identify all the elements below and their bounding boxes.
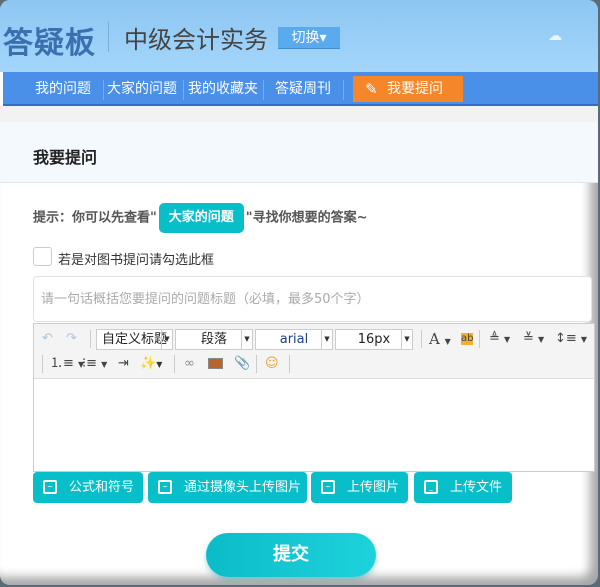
chevron-down-icon: ▼ — [401, 330, 412, 349]
section-title: 我要提问 — [33, 148, 98, 167]
chevron-down-icon: ▼ — [161, 330, 172, 349]
toolbar-divider — [479, 330, 480, 348]
nav-all-questions[interactable]: 大家的问题 — [107, 72, 177, 106]
paragraph-value: 段落 — [200, 332, 227, 347]
header: 答疑板 中级会计实务 切换▾ ☁ — [0, 0, 598, 72]
nav-weekly[interactable]: 答疑周刊 — [275, 72, 331, 106]
formula-button[interactable]: ~ 公式和符号 — [33, 472, 143, 503]
emoji-icon[interactable]: ☺ — [265, 354, 279, 374]
magic-wand-icon[interactable]: ✨▼ — [140, 354, 162, 375]
nav-my-questions[interactable]: 我的问题 — [35, 72, 91, 106]
chevron-down-icon: ▼ — [241, 330, 252, 349]
toolbar-divider — [256, 355, 257, 373]
submit-button[interactable]: 提交 — [206, 533, 376, 577]
font-value: arial — [279, 332, 309, 347]
font-select[interactable]: arial ▼ — [255, 329, 333, 350]
tip-text: 提示：你可以先查看" 大家的问题 "寻找你想要的答案~ — [33, 203, 367, 233]
toolbar-divider — [174, 355, 175, 373]
heading-value: 自定义标题 — [101, 332, 167, 347]
toolbar-divider — [42, 355, 43, 373]
redo-icon[interactable]: ↷ — [66, 329, 77, 349]
ordered-list-icon[interactable]: ⒈≡ ▼ — [50, 354, 84, 375]
camera-upload-label: 通过摄像头上传图片 — [184, 480, 302, 495]
nav-divider — [263, 80, 264, 100]
logo[interactable]: 答疑板 — [3, 18, 96, 62]
image-icon: ~ — [158, 480, 172, 494]
upload-file-label: 上传文件 — [450, 480, 503, 495]
upload-image-label: 上传图片 — [347, 480, 400, 495]
question-title-input[interactable] — [33, 276, 592, 322]
page-frame: 答疑板 中级会计实务 切换▾ ☁ 我的问题 大家的问题 我的收藏夹 答疑周刊 ✎… — [0, 0, 598, 585]
toolbar-divider — [289, 355, 290, 373]
tip-prefix: 提示：你可以先查看" — [33, 210, 157, 226]
heading-select[interactable]: 自定义标题 ▼ — [96, 329, 173, 350]
undo-icon[interactable]: ↶ — [42, 329, 53, 349]
link-icon[interactable]: ∞ — [184, 354, 195, 374]
toolbar-divider — [90, 330, 91, 348]
highlight-icon[interactable]: ab — [461, 333, 474, 345]
all-questions-link[interactable]: 大家的问题 — [158, 203, 244, 233]
toolbar-divider — [421, 330, 422, 348]
nav-divider — [343, 80, 344, 100]
folder-icon: _ — [424, 480, 438, 494]
indent-icon[interactable]: ⇥ — [118, 354, 129, 374]
camera-upload-button[interactable]: ~ 通过摄像头上传图片 — [148, 472, 307, 503]
nav-divider — [103, 80, 104, 100]
upload-file-button[interactable]: _ 上传文件 — [414, 472, 512, 503]
rich-text-editor: ↶ ↷ 自定义标题 ▼ 段落 ▼ arial ▼ 16px ▼ A ▼ ab ≜ ▼ ≚… — [33, 323, 595, 472]
switch-subject-button[interactable]: 切换▾ — [278, 27, 340, 49]
subject-title: 中级会计实务 — [124, 26, 268, 54]
tip-suffix: "寻找你想要的答案~ — [245, 210, 368, 226]
formula-label: 公式和符号 — [69, 480, 135, 495]
book-checkbox-label[interactable]: 若是对图书提问请勾选此框 — [58, 249, 214, 268]
font-color-icon[interactable]: A ▼ — [429, 329, 451, 352]
nav-favorites[interactable]: 我的收藏夹 — [188, 72, 258, 106]
ask-question-button[interactable]: ✎ 我要提问 — [353, 76, 463, 102]
editor-toolbar: ↶ ↷ 自定义标题 ▼ 段落 ▼ arial ▼ 16px ▼ A ▼ ab ≜ ▼ ≚… — [34, 324, 594, 379]
size-select[interactable]: 16px ▼ — [335, 329, 413, 350]
size-value: 16px — [357, 332, 391, 347]
nav-divider — [183, 80, 184, 100]
image-icon: ~ — [321, 480, 335, 494]
attachment-icon[interactable]: 📎 — [234, 354, 250, 374]
section-header: 我要提问 — [0, 122, 598, 183]
image-icon[interactable] — [208, 358, 223, 369]
editor-content[interactable] — [34, 379, 594, 471]
unordered-list-icon[interactable]: ⁝≡ ▼ — [82, 354, 107, 375]
line-height-icon[interactable]: ↕≡ ▼ — [555, 329, 587, 350]
pencil-icon: ✎ — [365, 80, 378, 98]
image-icon: ~ — [43, 480, 57, 494]
chevron-down-icon: ▼ — [321, 330, 332, 349]
upload-image-button[interactable]: ~ 上传图片 — [311, 472, 408, 503]
header-divider — [108, 22, 109, 52]
spacer — [0, 106, 598, 122]
paragraph-select[interactable]: 段落 ▼ — [175, 329, 253, 350]
spacing-bottom-icon[interactable]: ≚ ▼ — [523, 329, 544, 350]
ask-label: 我要提问 — [387, 81, 443, 97]
cloud-icon: ☁ — [548, 28, 562, 44]
book-checkbox[interactable] — [33, 247, 52, 266]
spacing-top-icon[interactable]: ≜ ▼ — [489, 329, 510, 350]
nav-bar: 我的问题 大家的问题 我的收藏夹 答疑周刊 ✎ 我要提问 — [3, 72, 598, 106]
